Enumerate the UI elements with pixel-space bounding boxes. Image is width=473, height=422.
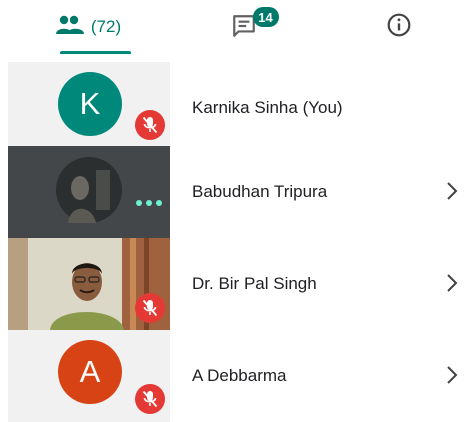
participant-row[interactable]: Dr. Bir Pal Singh (8, 238, 473, 330)
participant-tile (8, 238, 170, 330)
people-tab-content: (72) (55, 15, 122, 40)
video-thumbnail (56, 157, 122, 223)
chevron-right-icon (445, 272, 459, 299)
mic-off-icon (135, 293, 165, 323)
participant-tile (8, 146, 170, 238)
chevron-right-icon (445, 180, 459, 207)
chat-unread-badge: 14 (252, 7, 279, 27)
participant-name: A Debbarma (192, 366, 287, 385)
participant-name: Babudhan Tripura (192, 182, 328, 201)
participant-list: K Karnika Sinha (You) Babudhan Tripura D… (0, 54, 473, 422)
chat-icon (231, 15, 257, 43)
tab-chat[interactable]: 14 (165, 0, 324, 54)
avatar: A (58, 340, 122, 404)
mic-off-icon (135, 110, 165, 140)
participant-tile: K (8, 62, 170, 154)
tab-people[interactable]: (72) (8, 0, 169, 54)
people-count: (72) (90, 17, 122, 36)
mic-off-icon (135, 384, 165, 414)
more-dots-icon (136, 200, 162, 206)
participant-tile: A (8, 330, 170, 422)
tab-info[interactable] (324, 0, 473, 54)
people-icon (55, 15, 84, 40)
info-icon (386, 12, 412, 43)
participant-name: Dr. Bir Pal Singh (192, 274, 317, 293)
avatar: K (58, 72, 122, 136)
chevron-right-icon (445, 364, 459, 391)
participant-name: Karnika Sinha (You) (192, 98, 343, 117)
tab-bar: (72) 14 (0, 0, 473, 54)
participant-row[interactable]: A A Debbarma (8, 330, 473, 422)
participant-row[interactable]: K Karnika Sinha (You) (8, 62, 473, 154)
participant-row[interactable]: Babudhan Tripura (8, 146, 473, 238)
